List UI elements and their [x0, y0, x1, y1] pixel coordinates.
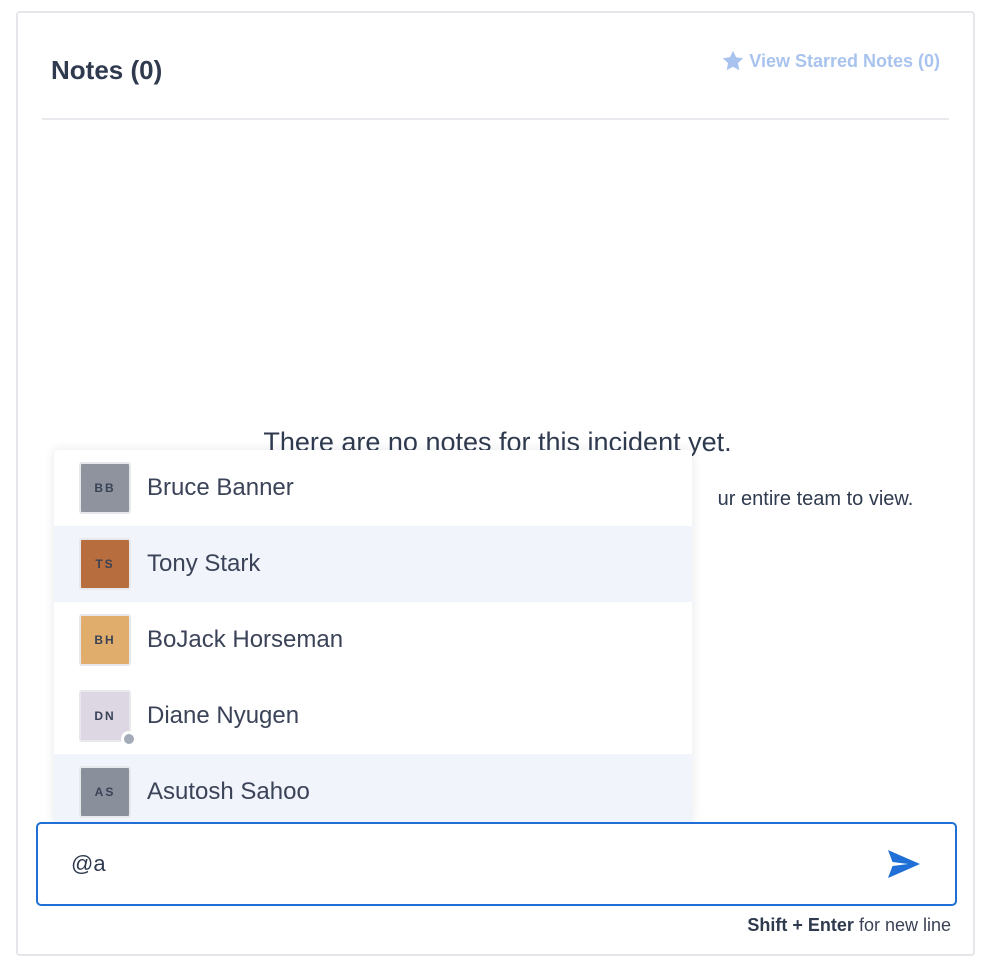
new-line-hint: Shift + Enter for new line [747, 915, 951, 936]
avatar: DN [79, 690, 137, 747]
mention-name: Diane Nyugen [147, 702, 300, 729]
view-starred-notes-link[interactable]: View Starred Notes (0) [721, 49, 940, 73]
hint-text: for new line [853, 915, 951, 935]
avatar: TS [79, 538, 131, 590]
mention-item[interactable]: AS Asutosh Sahoo [54, 754, 692, 824]
send-button[interactable] [886, 848, 922, 880]
note-input[interactable]: @a [36, 822, 957, 906]
mention-name: Bruce Banner [147, 474, 294, 501]
presence-indicator [121, 731, 137, 747]
hint-keys: Shift + Enter [747, 915, 854, 935]
mention-name: Tony Stark [147, 550, 261, 577]
mention-name: BoJack Horseman [147, 626, 344, 653]
star-icon [721, 49, 745, 73]
avatar: BH [79, 614, 131, 666]
avatar: BB [79, 462, 131, 514]
starred-link-label: View Starred Notes (0) [749, 50, 940, 71]
mention-item[interactable]: BH BoJack Horseman [54, 602, 692, 678]
mention-item[interactable]: TS Tony Stark [54, 526, 692, 602]
mention-item[interactable]: DN Diane Nyugen [54, 678, 692, 754]
mention-name: Asutosh Sahoo [147, 778, 310, 805]
page-title: Notes (0) [51, 55, 163, 85]
send-icon [888, 850, 920, 878]
notes-panel: Notes (0) View Starred Notes (0) There a… [16, 11, 975, 956]
mention-item[interactable]: BB Bruce Banner [54, 450, 692, 526]
note-input-text[interactable]: @a [71, 851, 886, 877]
mention-suggestions-list: BB Bruce Banner TS Tony Stark BH BoJack … [54, 450, 692, 824]
avatar: AS [79, 766, 131, 818]
header-divider [42, 118, 949, 120]
